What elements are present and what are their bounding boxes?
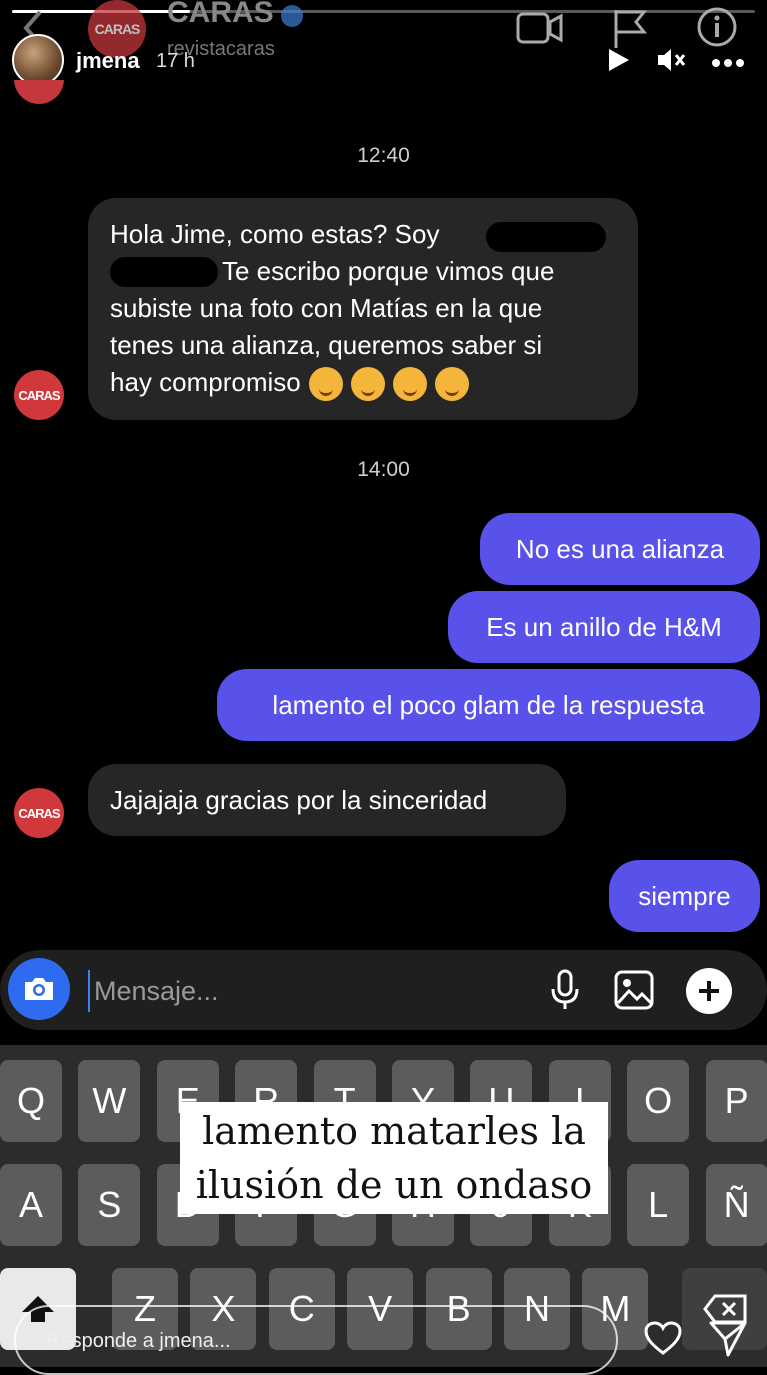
story-username[interactable]: jmena [76, 48, 140, 74]
heart-icon[interactable] [643, 1320, 683, 1361]
microphone-icon[interactable] [545, 968, 585, 1012]
overlay-line: ilusión de un ondaso [195, 1163, 593, 1207]
dm-header-avatar-text: CARAS [94, 21, 141, 37]
redaction-block [486, 222, 606, 252]
gallery-icon[interactable] [612, 968, 656, 1012]
key-s[interactable]: S [78, 1164, 141, 1246]
story-text-overlay: lamento matarles la ilusión de un ondaso [180, 1102, 608, 1214]
outgoing-message: No es una alianza [480, 513, 760, 585]
story-time: 17 h [156, 50, 195, 72]
sender-avatar[interactable]: CARAS [14, 788, 64, 838]
message-text: Hola Jime, como estas? Soy [110, 219, 440, 249]
chat-timestamp: 14:00 [357, 458, 410, 481]
key-ñ[interactable]: Ñ [705, 1164, 767, 1246]
partial-avatar [14, 80, 64, 104]
play-icon[interactable] [604, 46, 632, 79]
outgoing-message: lamento el poco glam de la respuesta [217, 669, 760, 741]
overlay-line: lamento matarles la [202, 1109, 586, 1153]
key-q[interactable]: Q [0, 1060, 62, 1142]
message-input[interactable] [88, 970, 516, 1012]
message-line: Te escribo porque vimos que [110, 253, 616, 290]
verified-badge-icon [280, 4, 304, 33]
sender-avatar-text: CARAS [18, 387, 60, 403]
add-button[interactable] [686, 968, 732, 1014]
message-text: hay compromiso [110, 367, 301, 397]
message-text: Te escribo porque vimos que [222, 256, 555, 286]
redaction-block [110, 257, 218, 287]
key-p[interactable]: P [705, 1060, 767, 1142]
partying-face-emoji-icon [434, 367, 469, 402]
more-options-icon[interactable] [712, 55, 744, 73]
video-call-icon[interactable] [515, 8, 565, 53]
message-text: subiste una foto con Matías en la que [110, 293, 543, 323]
incoming-message: Hola Jime, como estas? Soy Te escribo po… [88, 198, 638, 420]
chat-timestamp: 12:40 [357, 144, 410, 167]
send-icon[interactable] [708, 1320, 748, 1363]
key-l[interactable]: L [627, 1164, 690, 1246]
camera-icon [25, 978, 53, 1000]
plus-icon [699, 981, 719, 1001]
info-icon[interactable] [696, 6, 738, 53]
partying-face-emoji-icon [392, 367, 427, 402]
message-text: Jajajaja gracias por la sinceridad [110, 784, 488, 815]
dm-header-title: CARAS [167, 0, 274, 29]
outgoing-message: Es un anillo de H&M [448, 591, 760, 663]
key-o[interactable]: O [627, 1060, 690, 1142]
message-line: hay compromiso [110, 364, 616, 402]
story-avatar[interactable] [12, 34, 64, 86]
partying-face-emoji-icon [308, 367, 343, 402]
camera-button[interactable] [8, 958, 70, 1020]
outgoing-message: siempre [609, 860, 760, 932]
message-line: Hola Jime, como estas? Soy [110, 216, 616, 253]
key-w[interactable]: W [78, 1060, 141, 1142]
reply-placeholder: Responde a jmena... [46, 1330, 231, 1352]
partying-face-emoji-icon [350, 367, 385, 402]
incoming-message: Jajajaja gracias por la sinceridad [88, 764, 566, 836]
sender-avatar[interactable]: CARAS [14, 370, 64, 420]
message-text: tenes una alianza, queremos saber si [110, 330, 543, 360]
key-a[interactable]: A [0, 1164, 62, 1246]
sender-avatar-text: CARAS [18, 805, 60, 821]
mute-icon[interactable] [655, 46, 687, 79]
